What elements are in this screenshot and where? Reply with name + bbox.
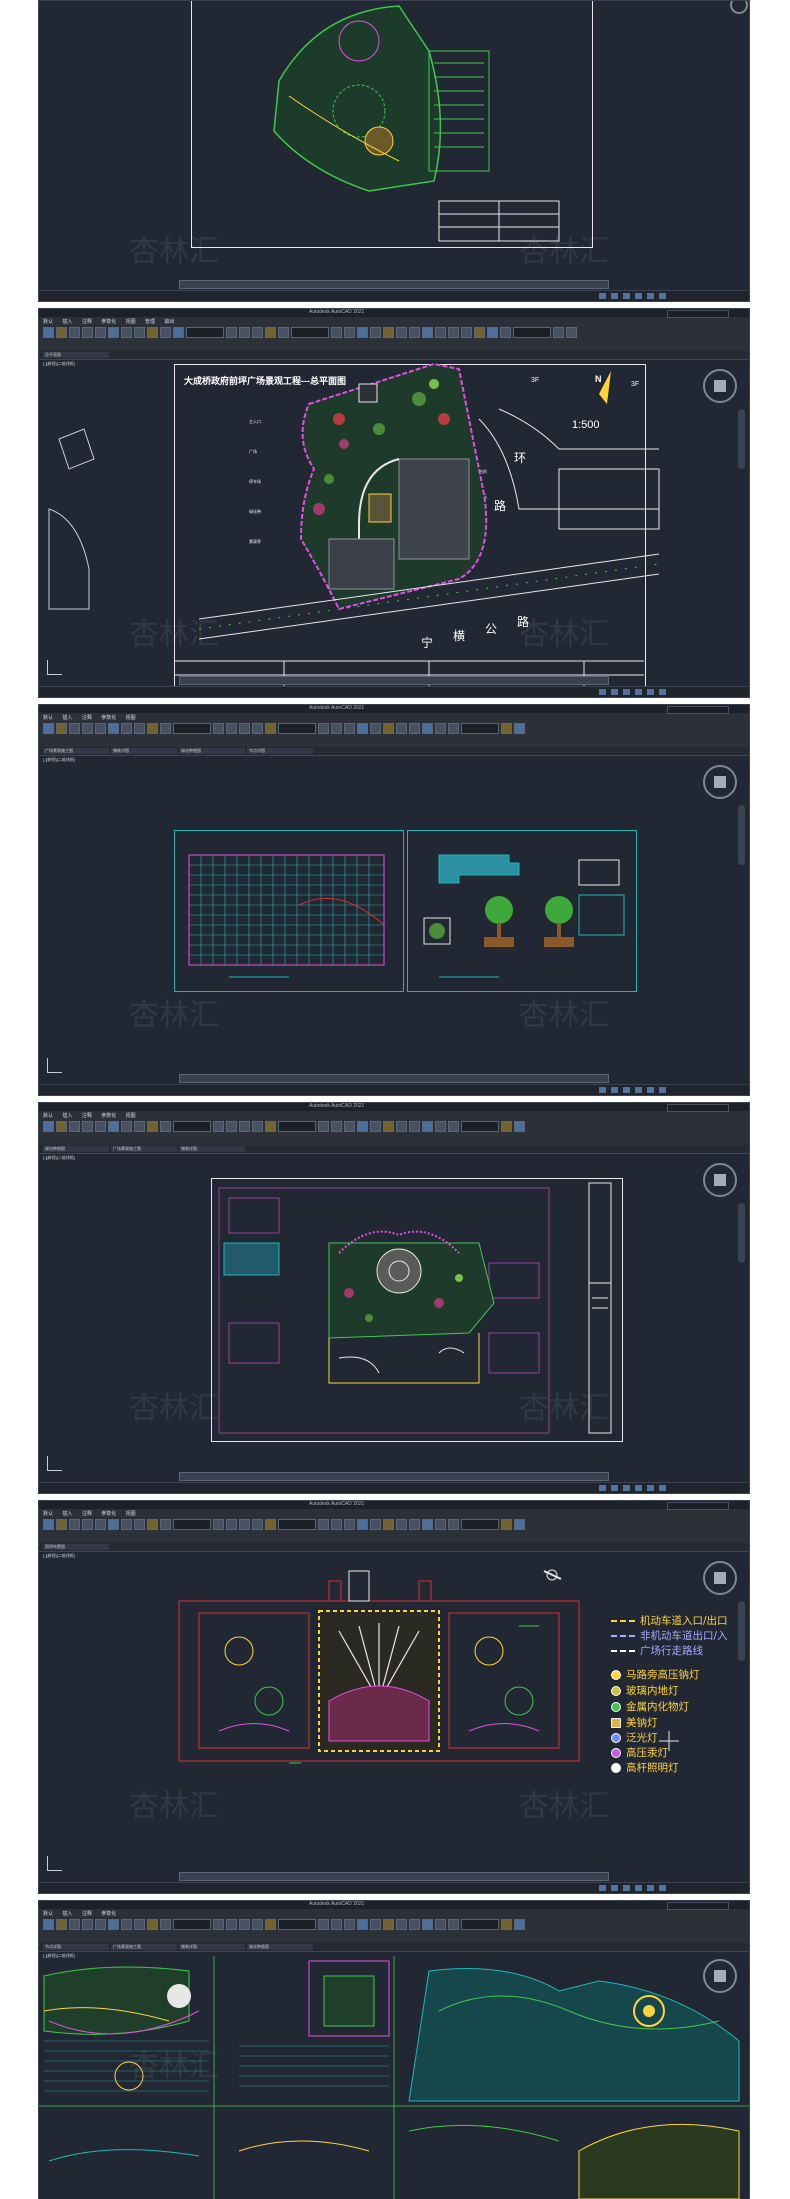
legend-label: 高杆照明灯 [626, 1762, 679, 1774]
paving-details-drawing [188, 854, 625, 978]
lamp-icon [611, 1701, 621, 1712]
autocad-window-2: Autodesk AutoCAD 2021 默认 插入 注释 参数化 视图 管理… [38, 308, 750, 698]
ucs-icon [47, 1856, 62, 1871]
legend-item: 高杆照明灯 [611, 1760, 679, 1775]
legend-label: 金属内化物灯 [626, 1701, 689, 1713]
dashed-line-icon [611, 1649, 635, 1652]
lamp-icon [611, 1747, 621, 1758]
status-bar [39, 1482, 749, 1493]
legend-label: 机动车道入口/出口 [640, 1615, 728, 1627]
legend-label: 高压汞灯 [626, 1747, 668, 1759]
autocad-window-5: Autodesk AutoCAD 2021 默认 插入 注释 参数化 视图 照明… [38, 1500, 750, 1894]
autocad-window-3: Autodesk AutoCAD 2021 默认 插入 注释 参数化 视图 广场… [38, 704, 750, 1096]
autocad-window-1: 杏林汇 杏林汇 [38, 0, 750, 302]
status-bar [39, 1882, 749, 1893]
site-plan-drawing [273, 1, 748, 242]
lamp-icon [611, 1669, 621, 1680]
planting-plan-drawing [218, 1182, 612, 1434]
ucs-icon [47, 1058, 62, 1073]
viewcube-icon[interactable] [703, 1959, 737, 1993]
legend-item: 非机动车道出口/入 [611, 1628, 728, 1643]
legend-item: 机动车道入口/出口 [611, 1613, 728, 1628]
node-details-drawing [39, 1956, 749, 2199]
legend-label: 广场行走路线 [640, 1645, 703, 1657]
autocad-window-4: Autodesk AutoCAD 2021 默认 插入 注释 参数化 视图 绿化… [38, 1102, 750, 1494]
legend-item: 泛光灯 [611, 1730, 658, 1745]
lamp-icon [611, 1762, 621, 1773]
dashed-line-icon [611, 1619, 635, 1622]
legend-item: 高压汞灯 [611, 1745, 668, 1760]
ucs-icon [47, 1456, 62, 1471]
legend-label: 泛光灯 [626, 1732, 658, 1744]
status-bar [39, 290, 749, 301]
legend-item: 玻璃内地灯 [611, 1683, 679, 1698]
legend-item: 美钠灯 [611, 1715, 658, 1730]
lamp-icon [611, 1717, 621, 1728]
legend-label: 美钠灯 [626, 1717, 658, 1729]
ucs-icon [47, 660, 62, 675]
legend-label: 玻璃内地灯 [626, 1685, 679, 1697]
legend-label: 马路旁高压钠灯 [626, 1669, 700, 1681]
command-line[interactable] [179, 1074, 609, 1083]
command-line[interactable] [179, 280, 609, 289]
command-line[interactable] [179, 1472, 609, 1481]
site-plan-drawing [48, 362, 660, 689]
command-line[interactable] [179, 1872, 609, 1881]
command-line[interactable] [179, 676, 609, 685]
lamp-icon [611, 1685, 621, 1696]
legend-label: 非机动车道出口/入 [640, 1630, 728, 1642]
status-bar [39, 1084, 749, 1095]
dashed-line-icon [611, 1634, 635, 1637]
legend-item: 马路旁高压钠灯 [611, 1667, 700, 1682]
legend-item: 金属内化物灯 [611, 1699, 689, 1714]
legend-item: 广场行走路线 [611, 1643, 703, 1658]
status-bar [39, 686, 749, 697]
autocad-window-6: Autodesk AutoCAD 2021 默认 插入 注释 参数化 节点详图 … [38, 1900, 750, 2199]
lamp-icon [611, 1732, 621, 1743]
